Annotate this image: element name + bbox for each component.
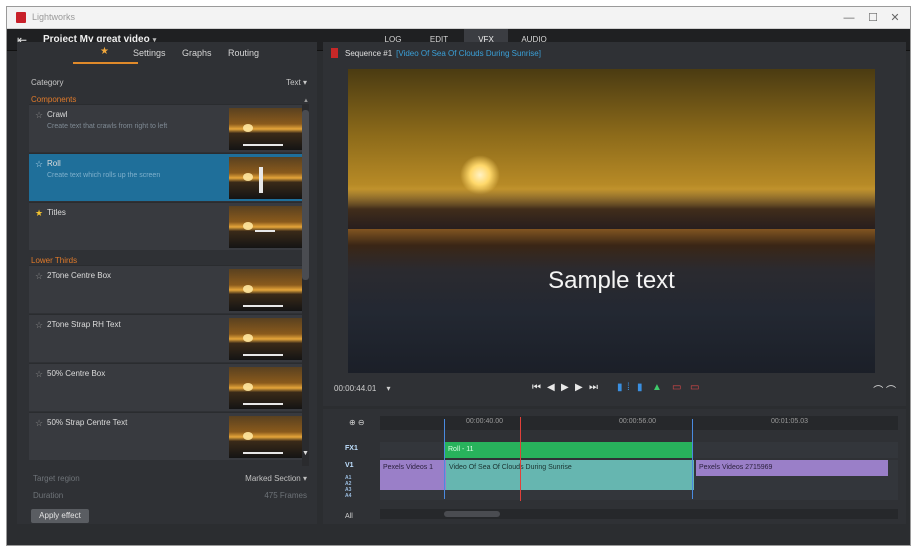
clip-pexels-videos-2715969[interactable]: Pexels Videos 2715969: [696, 460, 888, 476]
effect-item-roll[interactable]: ☆ Roll Create text which rolls up the sc…: [29, 153, 309, 201]
effect-name: 2Tone Strap RH Text: [47, 320, 121, 329]
effect-description: Create text that crawls from right to le…: [47, 123, 168, 130]
effect-name: 50% Centre Box: [47, 369, 106, 378]
effect-name: Roll: [47, 159, 61, 168]
timecode-display[interactable]: 00:00:44.01 ▾: [334, 384, 391, 393]
star-outline-icon[interactable]: ☆: [35, 320, 43, 331]
sequence-title: Sequence #1 [Video Of Sea Of Clouds Durin…: [345, 49, 541, 58]
clip-sea-of-clouds[interactable]: Video Of Sea Of Clouds During Sunrise: [446, 460, 694, 476]
timeline-scroll-thumb[interactable]: [444, 511, 500, 517]
star-outline-icon[interactable]: ☆: [35, 159, 43, 170]
ruler-time-1: 00:00:40.00: [466, 418, 503, 425]
sequence-viewer: Sequence #1 [Video Of Sea Of Clouds Durin…: [323, 42, 906, 406]
effect-name: Crawl: [47, 110, 68, 119]
application-window: Lightworks — ☐ ✕ ⇤ Project My great vide…: [6, 6, 911, 546]
mark-in-icon[interactable]: ▮: [617, 382, 623, 393]
view-options-icon[interactable]: ⌒ ⌒: [873, 382, 896, 397]
effect-thumbnail: [229, 367, 305, 409]
sequence-flag-icon: [331, 48, 338, 58]
effect-thumbnail: [229, 269, 305, 311]
clip-fx-roll[interactable]: Roll - 11: [445, 442, 693, 458]
all-tracks-label[interactable]: All: [345, 513, 353, 520]
clip-pexels-videos-1[interactable]: Pexels Videos 1: [380, 460, 446, 476]
replace-icon[interactable]: ▭: [690, 382, 699, 393]
effect-name: 2Tone Centre Box: [47, 271, 112, 280]
scrollbar-thumb[interactable]: [302, 110, 309, 280]
timeline-panel: ⊕ ⊖ 00:00:40.00 00:00:56.00 00:01:05.03 …: [323, 409, 906, 524]
in-marker[interactable]: [444, 419, 445, 499]
effect-name: 50% Strap Centre Text: [47, 418, 128, 427]
go-to-end-icon[interactable]: ⏭: [589, 382, 598, 393]
track-label-a4[interactable]: A4: [345, 493, 351, 499]
effect-item-2tone-centre-box[interactable]: ☆ 2Tone Centre Box: [29, 265, 309, 313]
mark-clear-icon[interactable]: ⁞: [627, 382, 630, 393]
tab-favorites-star-icon[interactable]: ★: [100, 46, 109, 57]
ruler-time-2: 00:00:56.00: [619, 418, 656, 425]
effect-description: Create text which rolls up the screen: [47, 172, 161, 179]
mark-out-icon[interactable]: ▮: [637, 382, 643, 393]
app-title: Lightworks: [32, 12, 76, 22]
step-back-icon[interactable]: ◀: [547, 382, 555, 393]
go-to-start-icon[interactable]: ⏮: [532, 382, 541, 393]
effect-thumbnail: [229, 157, 305, 199]
duration-value: 475 Frames: [264, 491, 307, 500]
track-label-fx1[interactable]: FX1: [345, 445, 358, 452]
target-region-label: Target region: [33, 474, 80, 483]
clip-audio-b[interactable]: [446, 476, 694, 490]
timeline-scrollbar[interactable]: [380, 509, 898, 519]
section-lower-thirds: Lower Thirds: [31, 256, 78, 265]
star-filled-icon[interactable]: ★: [35, 208, 43, 219]
insert-icon[interactable]: ▭: [672, 382, 681, 393]
effect-thumbnail: [229, 206, 305, 248]
effect-item-50-strap-centre-text[interactable]: ☆ 50% Strap Centre Text: [29, 412, 309, 460]
play-icon[interactable]: ▶: [561, 382, 569, 393]
minimize-icon[interactable]: —: [838, 10, 860, 26]
star-outline-icon[interactable]: ☆: [35, 110, 43, 121]
duration-label: Duration: [33, 491, 64, 500]
category-label: Category: [31, 78, 64, 87]
overlay-sample-text[interactable]: Sample text: [348, 267, 875, 295]
timecode-value: 00:00:44.01: [334, 384, 377, 393]
section-components: Components: [31, 95, 77, 104]
effects-scrollbar[interactable]: [302, 104, 309, 466]
effect-thumbnail: [229, 108, 305, 150]
apply-effect-button[interactable]: Apply effect: [31, 509, 89, 523]
effect-thumbnail: [229, 416, 305, 458]
playhead[interactable]: [520, 417, 521, 501]
star-outline-icon[interactable]: ☆: [35, 418, 43, 429]
out-marker[interactable]: [692, 419, 693, 499]
category-dropdown[interactable]: Text ▾: [286, 78, 307, 87]
track-label-v1[interactable]: V1: [345, 462, 354, 469]
preview-clouds: [348, 189, 875, 229]
sequence-subtitle: [Video Of Sea Of Clouds During Sunrise]: [396, 49, 541, 58]
close-icon[interactable]: ✕: [884, 10, 906, 26]
add-cue-icon[interactable]: ▲: [652, 382, 662, 393]
chevron-down-icon[interactable]: ▾: [387, 384, 391, 393]
clip-audio-a[interactable]: [380, 476, 446, 490]
effect-item-crawl[interactable]: ☆ Crawl Create text that crawls from rig…: [29, 104, 309, 152]
tab-graphs[interactable]: Graphs: [182, 48, 212, 58]
maximize-icon[interactable]: ☐: [862, 10, 884, 26]
ruler-time-3: 00:01:05.03: [771, 418, 808, 425]
tab-routing[interactable]: Routing: [228, 48, 259, 58]
effect-name: Titles: [47, 208, 66, 217]
effect-item-2tone-strap-rh-text[interactable]: ☆ 2Tone Strap RH Text: [29, 314, 309, 362]
tab-settings[interactable]: Settings: [133, 48, 166, 58]
star-outline-icon[interactable]: ☆: [35, 369, 43, 380]
sequence-name: Sequence #1: [345, 49, 393, 58]
active-tab-indicator: [73, 62, 138, 64]
title-bar: Lightworks — ☐ ✕: [7, 7, 910, 29]
effect-item-50-centre-box[interactable]: ☆ 50% Centre Box: [29, 363, 309, 411]
step-forward-icon[interactable]: ▶: [575, 382, 583, 393]
star-outline-icon[interactable]: ☆: [35, 271, 43, 282]
zoom-icon[interactable]: ⊕ ⊖: [349, 418, 365, 427]
effects-panel: ★ Settings Graphs Routing Category Text …: [17, 42, 317, 524]
video-preview[interactable]: Sample text: [348, 69, 875, 373]
effect-item-titles[interactable]: ★ Titles: [29, 202, 309, 250]
effects-tabs: ★ Settings Graphs Routing: [17, 42, 317, 64]
target-region-dropdown[interactable]: Marked Section ▾: [245, 474, 307, 483]
scroll-down-icon[interactable]: ▼: [302, 450, 309, 457]
effect-thumbnail: [229, 318, 305, 360]
app-logo-icon: [16, 12, 26, 23]
